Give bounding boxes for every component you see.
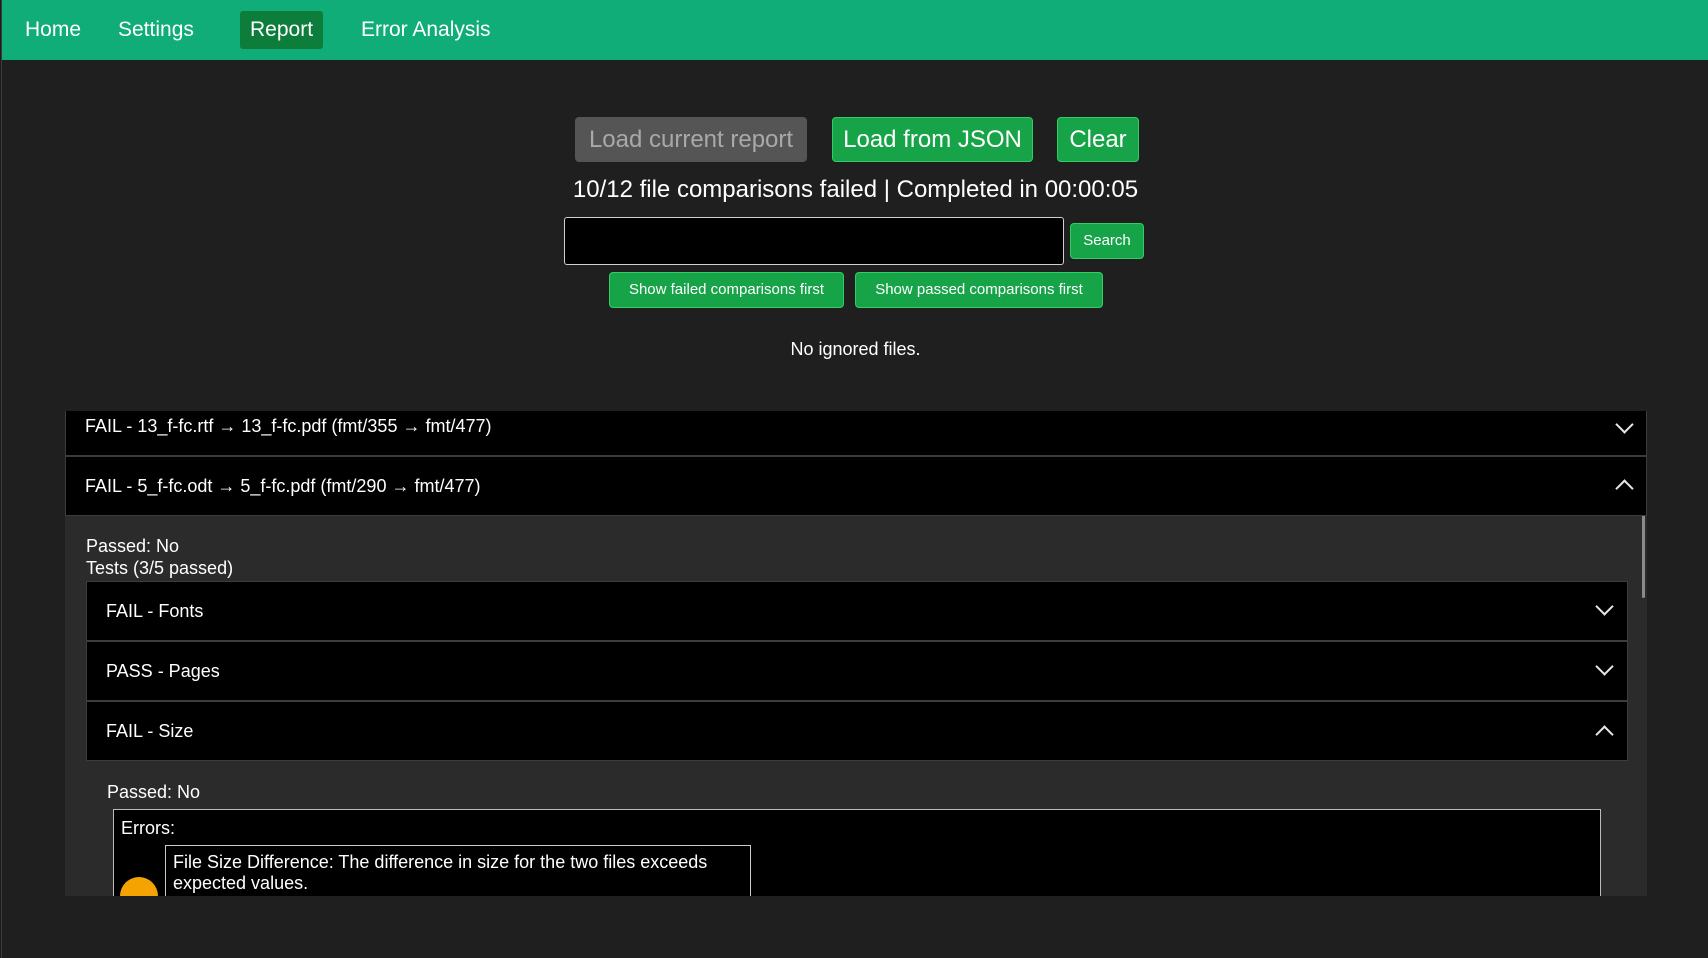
chevron-down-icon	[1615, 415, 1634, 434]
load-current-report-button[interactable]: Load current report	[575, 117, 807, 162]
errors-box: Errors: File Size Difference: The differ…	[113, 809, 1601, 896]
chevron-down-icon	[1595, 597, 1614, 616]
chevron-up-icon	[1615, 479, 1634, 498]
tests-summary-label: Tests (3/5 passed)	[86, 558, 234, 578]
nav-settings[interactable]: Settings	[108, 11, 204, 49]
chevron-up-icon	[1595, 725, 1614, 744]
comparison-passed-label: Passed: No	[86, 536, 180, 556]
test-title: FAIL - Fonts	[106, 601, 204, 621]
ignored-files-text: No ignored files.	[790, 339, 921, 359]
test-header-pages[interactable]: PASS - Pages	[86, 641, 1628, 701]
search-input[interactable]	[564, 217, 1064, 265]
test-passed-label: Passed: No	[107, 782, 201, 802]
comparison-title: FAIL - 13_f-fc.rtf → 13_f-fc.pdf (fmt/35…	[85, 416, 492, 436]
warning-dot-icon	[120, 877, 158, 896]
comparison-header[interactable]: FAIL - 13_f-fc.rtf → 13_f-fc.pdf (fmt/35…	[65, 411, 1647, 456]
search-button[interactable]: Search	[1070, 223, 1144, 259]
show-passed-first-button[interactable]: Show passed comparisons first	[855, 272, 1103, 308]
nav-error-analysis[interactable]: Error Analysis	[351, 11, 501, 49]
test-title: FAIL - Size	[106, 721, 194, 741]
nav-home[interactable]: Home	[15, 11, 91, 49]
chevron-down-icon	[1595, 657, 1614, 676]
clear-button[interactable]: Clear	[1057, 117, 1139, 162]
show-failed-first-button[interactable]: Show failed comparisons first	[609, 272, 844, 308]
errors-label: Errors:	[121, 818, 175, 838]
test-header-fonts[interactable]: FAIL - Fonts	[86, 581, 1628, 641]
test-title: PASS - Pages	[106, 661, 220, 681]
app-window: Home Settings Report Error Analysis Load…	[1, 0, 1708, 958]
top-navbar: Home Settings Report Error Analysis	[2, 0, 1708, 60]
comparison-title: FAIL - 5_f-fc.odt → 5_f-fc.pdf (fmt/290 …	[85, 476, 481, 496]
load-from-json-button[interactable]: Load from JSON	[832, 117, 1033, 162]
error-message: File Size Difference: The difference in …	[165, 845, 751, 896]
nav-report[interactable]: Report	[240, 11, 324, 49]
comparison-results-panel[interactable]: FAIL - 13_f-fc.rtf → 13_f-fc.pdf (fmt/35…	[65, 411, 1647, 896]
comparison-header[interactable]: FAIL - 5_f-fc.odt → 5_f-fc.pdf (fmt/290 …	[65, 456, 1647, 516]
test-header-size[interactable]: FAIL - Size	[86, 701, 1628, 761]
summary-status: 10/12 file comparisons failed | Complete…	[572, 176, 1139, 203]
